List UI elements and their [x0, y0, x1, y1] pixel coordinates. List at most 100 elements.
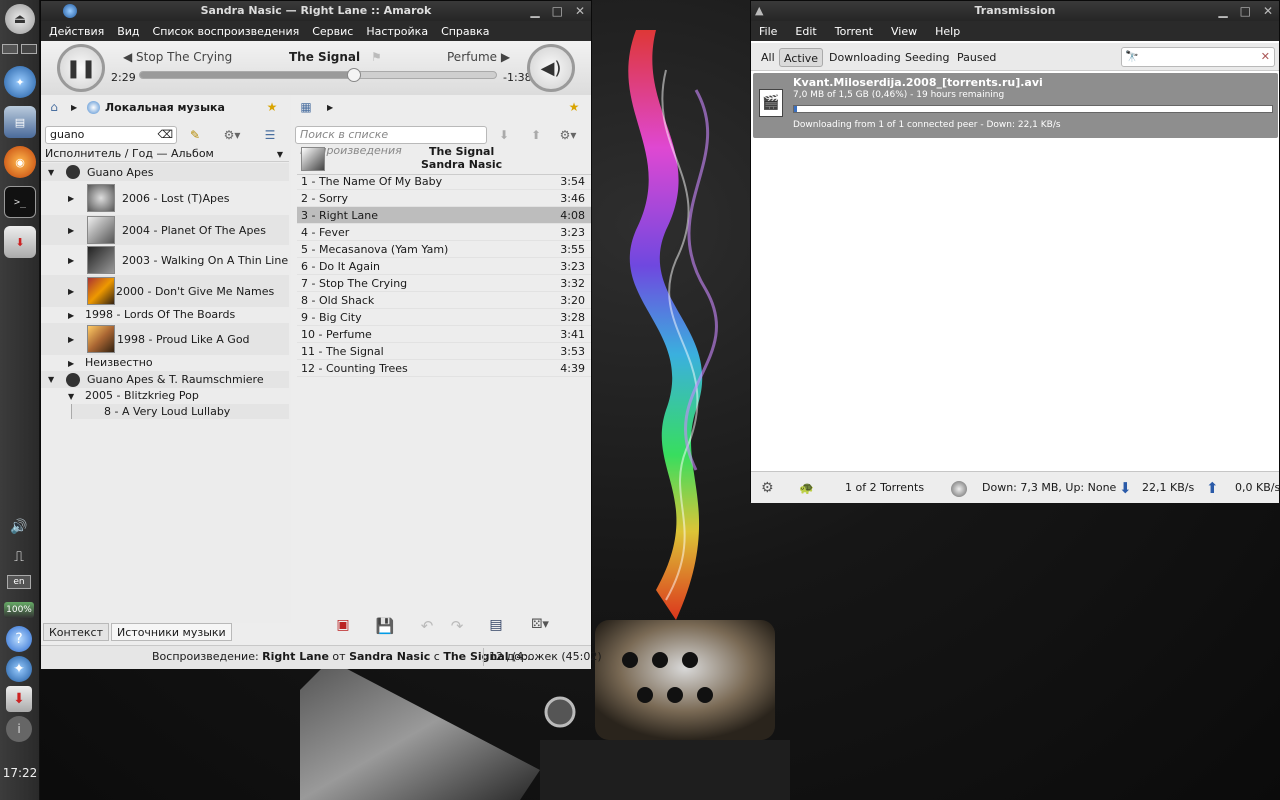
breadcrumb-arrow-icon[interactable]: ▶: [327, 103, 333, 112]
playlist-track-row[interactable]: 2 - Sorry 3:46: [297, 190, 591, 207]
collection-search-input[interactable]: guano ⌫: [45, 126, 177, 144]
redo-icon[interactable]: ↷: [445, 617, 469, 639]
menu-playlist[interactable]: Список воспроизведения: [153, 25, 300, 38]
torrent-row[interactable]: 🎬 Kvant.Miloserdija.2008_[torrents.ru].a…: [753, 73, 1278, 138]
menu-actions[interactable]: Действия: [49, 25, 104, 38]
unknown-row[interactable]: ▶ Неизвестно: [41, 355, 289, 371]
info-icon[interactable]: i: [6, 716, 32, 742]
save-playlist-icon[interactable]: 💾: [371, 617, 399, 639]
eject-icon[interactable]: ⏏: [5, 4, 35, 34]
battery-indicator[interactable]: 100%: [4, 602, 34, 618]
menu-help[interactable]: Справка: [441, 25, 489, 38]
tab-media-sources[interactable]: Источники музыки: [111, 623, 232, 641]
terminal-icon[interactable]: >_: [4, 186, 36, 218]
playlist-tools-icon[interactable]: ⚙▾: [559, 127, 577, 143]
filter-active[interactable]: Active: [779, 48, 824, 67]
close-icon[interactable]: ✕: [575, 1, 585, 21]
desktop-pager-2[interactable]: [21, 44, 37, 54]
playlist-track-row[interactable]: 4 - Fever 3:23: [297, 224, 591, 241]
filter-seeding[interactable]: Seeding: [901, 48, 954, 67]
playlist-track-row[interactable]: 3 - Right Lane 4:08: [297, 207, 591, 224]
amarok-app-icon[interactable]: [63, 4, 77, 18]
playlist-track-row[interactable]: 10 - Perfume 3:41: [297, 326, 591, 343]
window-menu-icon[interactable]: ▲: [755, 1, 763, 21]
prev-track-link[interactable]: ◀ Stop The Crying: [123, 50, 232, 64]
playlist-track-row[interactable]: 1 - The Name Of My Baby 3:54: [297, 173, 591, 190]
next-match-icon[interactable]: ⬆: [527, 127, 545, 143]
album-row[interactable]: ▶ 2006 - Lost (T)Apes: [41, 183, 289, 213]
album-row[interactable]: ▶ 1998 - Lords Of The Boards: [41, 307, 289, 323]
artist-row[interactable]: ▼ Guano Apes & T. Raumschmiere: [41, 371, 289, 388]
pause-button[interactable]: ❚❚: [57, 44, 105, 92]
amarok-titlebar[interactable]: Sandra Nasic — Right Lane :: Amarok ▁ □ ✕: [41, 1, 591, 21]
clear-search-icon[interactable]: ⌫: [157, 127, 173, 143]
playlist-track-row[interactable]: 9 - Big City 3:28: [297, 309, 591, 326]
bookmark-icon[interactable]: ★: [263, 99, 281, 115]
edit-filter-icon[interactable]: ✎: [186, 127, 204, 143]
volume-icon[interactable]: 🔊: [6, 514, 32, 540]
clear-search-icon[interactable]: ✕: [1261, 49, 1270, 65]
ratio-icon[interactable]: [951, 481, 967, 497]
notification-icon[interactable]: ?: [6, 626, 32, 652]
playlist-search-input[interactable]: Поиск в списке воспроизведения: [295, 126, 487, 157]
close-icon[interactable]: ✕: [1263, 1, 1273, 21]
minimize-icon[interactable]: ▁: [1218, 1, 1227, 21]
keyboard-layout-indicator[interactable]: en: [7, 575, 31, 589]
filter-all[interactable]: All: [757, 48, 779, 67]
album-row[interactable]: ▶ 2003 - Walking On A Thin Line: [41, 245, 289, 275]
artist-row[interactable]: ▼ Guano Apes: [41, 163, 289, 181]
playlist-icon[interactable]: ▦: [297, 99, 315, 115]
album-row[interactable]: ▶ 2000 - Don't Give Me Names: [41, 275, 289, 307]
menu-view[interactable]: View: [891, 25, 917, 38]
breadcrumb-arrow-icon[interactable]: ▶: [71, 103, 77, 112]
menu-file[interactable]: File: [759, 25, 777, 38]
playlist-track-row[interactable]: 12 - Counting Trees 4:39: [297, 360, 591, 377]
firefox-icon[interactable]: ◉: [4, 146, 36, 178]
install-icon[interactable]: ⬇: [4, 226, 36, 258]
gear-icon[interactable]: ⚙: [761, 472, 774, 504]
updates-icon[interactable]: ⬇: [6, 686, 32, 712]
next-track-link[interactable]: Perfume ▶: [447, 50, 510, 64]
amarok-launcher-icon[interactable]: ✦: [4, 66, 36, 98]
filter-downloading[interactable]: Downloading: [825, 48, 905, 67]
menu-torrent[interactable]: Torrent: [835, 25, 873, 38]
maximize-icon[interactable]: □: [1240, 1, 1251, 21]
playlist-track-row[interactable]: 7 - Stop The Crying 3:32: [297, 275, 591, 292]
view-options-icon[interactable]: ☰: [261, 127, 279, 143]
volume-button[interactable]: ◀): [527, 44, 575, 92]
transmission-titlebar[interactable]: ▲ Transmission ▁ □ ✕: [751, 1, 1279, 21]
bookmark-icon[interactable]: ★: [565, 99, 583, 115]
seek-handle[interactable]: [346, 68, 361, 82]
playlist-track-row[interactable]: 8 - Old Shack 3:20: [297, 292, 591, 309]
tools-icon[interactable]: ⚙▾: [223, 127, 241, 143]
network-icon[interactable]: ⎍: [6, 544, 32, 570]
group-by-select[interactable]: Исполнитель / Год — Альбом ▼: [41, 146, 289, 162]
undo-icon[interactable]: ↶: [415, 617, 439, 639]
previous-match-icon[interactable]: ⬇: [495, 127, 513, 143]
queue-editor-icon[interactable]: ▤: [483, 617, 509, 639]
minimize-icon[interactable]: ▁: [530, 1, 539, 21]
menu-edit[interactable]: Edit: [795, 25, 816, 38]
random-mode-icon[interactable]: ⚄▾: [527, 617, 553, 639]
playlist-album-header[interactable]: The Signal Sandra Nasic: [297, 145, 591, 175]
collection-title[interactable]: Локальная музыка: [105, 101, 225, 114]
menu-tools[interactable]: Сервис: [312, 25, 353, 38]
amarok-tray-icon[interactable]: ✦: [6, 656, 32, 682]
maximize-icon[interactable]: □: [552, 1, 563, 21]
turtle-icon[interactable]: 🐢: [799, 472, 814, 504]
playlist-track-row[interactable]: 11 - The Signal 3:53: [297, 343, 591, 360]
album-row[interactable]: ▶ 1998 - Proud Like A God: [41, 323, 289, 355]
filter-paused[interactable]: Paused: [953, 48, 1000, 67]
menu-view[interactable]: Вид: [117, 25, 139, 38]
menu-help[interactable]: Help: [935, 25, 960, 38]
seek-slider[interactable]: [139, 68, 497, 82]
tab-context[interactable]: Контекст: [43, 623, 110, 641]
menu-settings[interactable]: Настройка: [366, 25, 428, 38]
album-row[interactable]: ▼ 2005 - Blitzkrieg Pop: [41, 388, 289, 404]
desktop-pager-1[interactable]: [2, 44, 18, 54]
clock[interactable]: 17:22: [0, 766, 40, 780]
home-icon[interactable]: ⌂: [45, 99, 63, 115]
track-row[interactable]: 8 - A Very Loud Lullaby: [71, 404, 289, 419]
playlist-track-row[interactable]: 6 - Do It Again 3:23: [297, 258, 591, 275]
torrent-search-input[interactable]: 🔭 ✕: [1121, 47, 1275, 67]
